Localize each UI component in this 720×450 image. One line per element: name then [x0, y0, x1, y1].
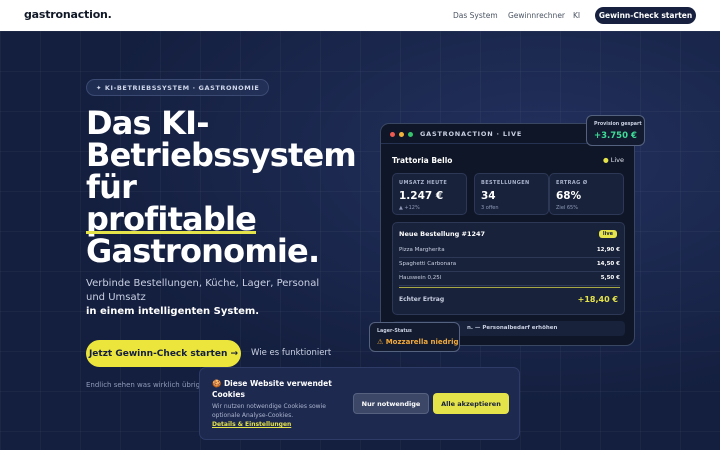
how-it-works-link[interactable]: Wie es funktioniert: [251, 348, 331, 358]
headline-line-1: Das KI-: [86, 104, 210, 142]
window-close-dot: [390, 132, 395, 137]
provision-value: +3.750 €: [594, 131, 637, 141]
provision-label: Provision gespart: [594, 122, 642, 127]
hero-cta-button[interactable]: Jetzt Gewinn-Check starten →: [86, 340, 241, 367]
kpi-value: 34: [481, 190, 496, 202]
live-dot-icon: ●: [602, 156, 611, 164]
kpi-sub: ▲ +12%: [399, 205, 420, 211]
order-title: Neue Bestellung #1247: [399, 230, 486, 238]
order-item-name: Hauswein 0,25l: [399, 275, 442, 281]
cookie-text: Wir nutzen notwendige Cookies sowie opti…: [212, 403, 326, 419]
order-card: Neue Bestellung #1247 live Pizza Margher…: [392, 222, 625, 315]
live-indicator: ● Live: [603, 156, 624, 164]
insight-text: n. — Personalbedarf erhöhen: [467, 325, 558, 331]
headline-line-2: Betriebssystem: [86, 136, 357, 174]
logo[interactable]: gastronaction.: [24, 8, 112, 21]
hero-tagline: Endlich sehen was wirklich übrig bleibt.: [86, 381, 216, 389]
order-line: Hauswein 0,25l 5,50 €: [399, 272, 620, 286]
profit-value: +18,40 €: [577, 295, 618, 304]
nav-link-ki[interactable]: KI: [573, 11, 580, 20]
nav-link-calculator[interactable]: Gewinnrechner: [508, 11, 565, 20]
order-item-price: 14,50 €: [596, 261, 620, 267]
cookie-accept-all-button[interactable]: Alle akzeptieren: [433, 393, 509, 414]
top-navigation: gastronaction. Das System Gewinnrechner …: [0, 0, 720, 31]
kpi-label: UMSATZ HEUTE: [399, 180, 448, 186]
window-minimize-dot: [399, 132, 404, 137]
kpi-card-orders: BESTELLUNGEN 34 3 offen: [474, 173, 549, 215]
stock-status-label: Lager-Status: [377, 329, 412, 334]
hero-headline: Das KI- Betriebssystem für profitable Ga…: [86, 104, 357, 270]
kpi-label: ERTRAG Ø: [556, 180, 588, 186]
order-line: Pizza Margherita 12,90 €: [399, 244, 620, 258]
headline-line-4-underlined: profitable: [86, 200, 257, 238]
hero-subtitle: Verbinde Bestellungen, Küche, Lager, Per…: [86, 278, 320, 303]
hero-subtitle-strong: in einem intelligenten System.: [86, 306, 260, 317]
eyebrow-badge: ✦ KI-BETRIEBSSYSTEM · GASTRONOMIE: [86, 79, 270, 96]
order-line: Spaghetti Carbonara 14,50 €: [399, 258, 620, 272]
provision-badge: Provision gespart +3.750 €: [586, 115, 645, 146]
order-item-price: 5,50 €: [600, 275, 620, 281]
headline-line-5: Gastronomie.: [86, 232, 320, 270]
headline-line-3: für: [86, 168, 137, 206]
cookie-banner: 🍪 Diese Website verwendet Cookies Wir nu…: [199, 367, 520, 440]
dashboard-title: GASTRONACTION · LIVE: [420, 130, 523, 138]
order-item-name: Spaghetti Carbonara: [399, 261, 457, 267]
cookie-title: 🍪 Diese Website verwendet Cookies: [212, 379, 332, 399]
kpi-sub: 3 offen: [481, 205, 499, 211]
order-item-name: Pizza Margherita: [399, 247, 445, 253]
header-cta-button[interactable]: Gewinn-Check starten: [595, 7, 696, 24]
kpi-value: 1.247 €: [399, 190, 444, 202]
kpi-sub: Ziel 65%: [556, 205, 578, 211]
stock-status-value: ⚠ Mozzarella niedrig: [377, 338, 459, 346]
dashboard-preview: GASTRONACTION · LIVE Trattoria Bello ● L…: [380, 123, 635, 346]
stock-status-badge: Lager-Status ⚠ Mozzarella niedrig: [369, 322, 460, 352]
order-item-price: 12,90 €: [596, 247, 620, 253]
nav-link-system[interactable]: Das System: [453, 11, 498, 20]
window-maximize-dot: [408, 132, 413, 137]
order-live-badge: live: [598, 230, 617, 238]
profit-label: Echter Ertrag: [399, 296, 445, 303]
restaurant-name: Trattoria Bello: [392, 156, 453, 165]
cookie-necessary-button[interactable]: Nur notwendige: [353, 393, 429, 414]
kpi-label: BESTELLUNGEN: [481, 180, 530, 186]
cookie-details-link[interactable]: Details & Einstellungen: [212, 421, 291, 428]
live-label: Live: [610, 156, 624, 164]
kpi-value: 68%: [556, 190, 582, 202]
kpi-card-yield: ERTRAG Ø 68% Ziel 65%: [549, 173, 624, 215]
kpi-card-revenue: UMSATZ HEUTE 1.247 € ▲ +12%: [392, 173, 467, 215]
order-divider: [399, 287, 620, 288]
